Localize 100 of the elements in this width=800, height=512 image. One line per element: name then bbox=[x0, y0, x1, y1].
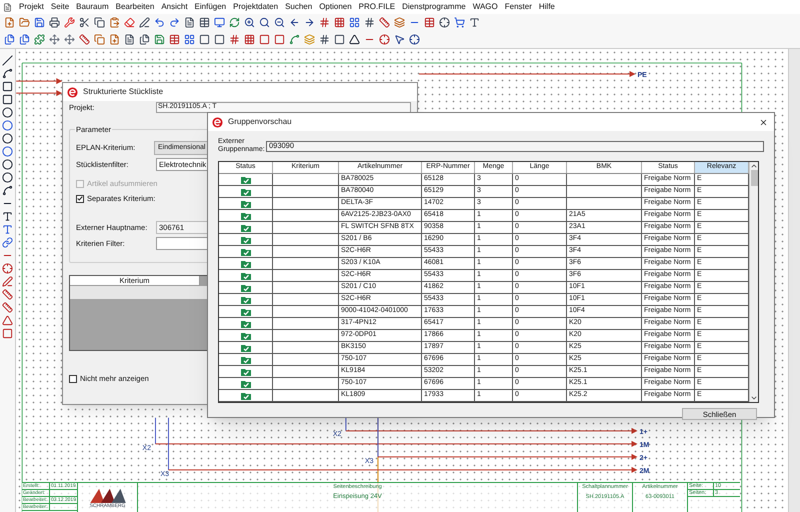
square-icon[interactable] bbox=[2, 94, 13, 105]
text-icon[interactable] bbox=[2, 224, 13, 235]
grid-icon[interactable] bbox=[349, 17, 360, 28]
text-icon[interactable] bbox=[469, 17, 480, 28]
menu-item[interactable]: Projekt bbox=[19, 1, 44, 13]
crosshair-icon[interactable] bbox=[409, 34, 420, 45]
menu-item[interactable]: Bearbeiten bbox=[116, 1, 154, 13]
square-icon[interactable] bbox=[259, 34, 270, 45]
curve-icon[interactable] bbox=[2, 185, 13, 196]
page-icon[interactable] bbox=[124, 34, 135, 45]
page-icon[interactable] bbox=[3, 2, 12, 12]
scroll-down-icon[interactable] bbox=[750, 394, 758, 402]
grid-icon[interactable] bbox=[244, 34, 255, 45]
printer-icon[interactable] bbox=[49, 17, 60, 28]
circle-icon[interactable] bbox=[2, 120, 13, 131]
menu-item[interactable]: WAGO bbox=[472, 1, 498, 13]
link-icon[interactable] bbox=[2, 237, 13, 248]
menu-item[interactable]: Dienstprogramme bbox=[402, 1, 466, 13]
pages-icon[interactable] bbox=[139, 34, 150, 45]
puzzle-icon[interactable] bbox=[34, 34, 45, 45]
table-icon[interactable] bbox=[424, 17, 435, 28]
menu-item[interactable]: Hilfe bbox=[538, 1, 555, 13]
menu-item[interactable]: Optionen bbox=[319, 1, 352, 13]
menu-item[interactable]: Suchen bbox=[285, 1, 312, 13]
hatch-icon[interactable] bbox=[319, 34, 330, 45]
cut-icon[interactable] bbox=[79, 17, 90, 28]
copy-icon[interactable] bbox=[94, 34, 105, 45]
search-icon[interactable] bbox=[259, 17, 270, 28]
ruler-icon[interactable] bbox=[79, 34, 90, 45]
grid-icon[interactable] bbox=[184, 34, 195, 45]
table-icon[interactable] bbox=[199, 17, 210, 28]
ruler-icon[interactable] bbox=[2, 302, 13, 313]
cart-icon[interactable] bbox=[454, 17, 465, 28]
save-icon[interactable] bbox=[154, 34, 165, 45]
undo-icon[interactable] bbox=[154, 17, 165, 28]
menu-item[interactable]: Seite bbox=[50, 1, 70, 13]
circle-icon[interactable] bbox=[2, 107, 13, 118]
crosshair-icon[interactable] bbox=[439, 17, 450, 28]
window-title: Strukturierte Stückliste bbox=[83, 86, 164, 98]
crosshair-icon[interactable] bbox=[379, 34, 390, 45]
table-icon[interactable] bbox=[169, 34, 180, 45]
scroll-thumb[interactable] bbox=[750, 170, 758, 186]
pages-icon[interactable] bbox=[4, 34, 15, 45]
circle-icon[interactable] bbox=[2, 133, 13, 144]
menu-item[interactable]: Bauraum bbox=[76, 1, 109, 13]
wrench-icon[interactable] bbox=[64, 17, 75, 28]
triangle-icon[interactable] bbox=[349, 34, 360, 45]
arrow-left-icon[interactable] bbox=[289, 17, 300, 28]
refresh-icon[interactable] bbox=[229, 17, 240, 28]
paste-icon[interactable] bbox=[109, 17, 120, 28]
eraser-icon[interactable] bbox=[124, 17, 135, 28]
square-icon[interactable] bbox=[334, 34, 345, 45]
circle-icon[interactable] bbox=[2, 159, 13, 170]
layers-icon[interactable] bbox=[304, 34, 315, 45]
copy-icon[interactable] bbox=[94, 17, 105, 28]
crosshair-icon[interactable] bbox=[2, 263, 13, 274]
grid-icon[interactable] bbox=[334, 17, 345, 28]
menu-item[interactable]: Projektdaten bbox=[233, 1, 278, 13]
scrollbar[interactable] bbox=[749, 162, 758, 402]
move-icon[interactable] bbox=[49, 34, 60, 45]
menu-item[interactable]: Ansicht bbox=[161, 1, 188, 13]
checkbox[interactable] bbox=[76, 194, 84, 202]
redo-icon[interactable] bbox=[169, 17, 180, 28]
grid-icon[interactable] bbox=[229, 34, 240, 45]
pointer-icon[interactable] bbox=[394, 34, 405, 45]
arrow-right-icon[interactable] bbox=[304, 17, 315, 28]
page-icon[interactable] bbox=[184, 17, 195, 28]
pen-icon[interactable] bbox=[2, 276, 13, 287]
zoom-out-icon[interactable] bbox=[274, 17, 285, 28]
scrollbar[interactable] bbox=[788, 49, 800, 512]
layers-icon[interactable] bbox=[394, 17, 405, 28]
menu-item[interactable]: Einfügen bbox=[194, 1, 226, 13]
rectangle-icon[interactable] bbox=[2, 81, 13, 92]
scroll-up-icon[interactable] bbox=[750, 162, 758, 170]
ruler-icon[interactable] bbox=[379, 17, 390, 28]
line-icon[interactable] bbox=[2, 55, 13, 66]
ruler-icon[interactable] bbox=[2, 289, 13, 300]
square-icon[interactable] bbox=[274, 34, 285, 45]
menu-item[interactable]: PRO.FILE bbox=[358, 1, 396, 13]
square-icon[interactable] bbox=[214, 34, 225, 45]
menu-item[interactable]: Fenster bbox=[504, 1, 532, 13]
folder-icon[interactable] bbox=[19, 17, 30, 28]
square-icon[interactable] bbox=[2, 328, 13, 339]
file-plus-icon[interactable] bbox=[109, 34, 120, 45]
grid-icon[interactable] bbox=[364, 17, 375, 28]
pen-icon[interactable] bbox=[139, 17, 150, 28]
pages-icon[interactable] bbox=[19, 34, 30, 45]
triangle-icon[interactable] bbox=[2, 315, 13, 326]
zoom-in-icon[interactable] bbox=[244, 17, 255, 28]
checkbox[interactable] bbox=[69, 374, 77, 382]
text-icon[interactable] bbox=[2, 211, 13, 222]
move-icon[interactable] bbox=[64, 34, 75, 45]
monitor-icon[interactable] bbox=[214, 17, 225, 28]
circle-icon[interactable] bbox=[2, 172, 13, 183]
save-icon[interactable] bbox=[34, 17, 45, 28]
polyline-icon[interactable] bbox=[2, 68, 13, 79]
file-plus-icon[interactable] bbox=[4, 17, 15, 28]
circle-icon[interactable] bbox=[2, 146, 13, 157]
square-icon[interactable] bbox=[199, 34, 210, 45]
grid-icon[interactable] bbox=[319, 17, 330, 28]
